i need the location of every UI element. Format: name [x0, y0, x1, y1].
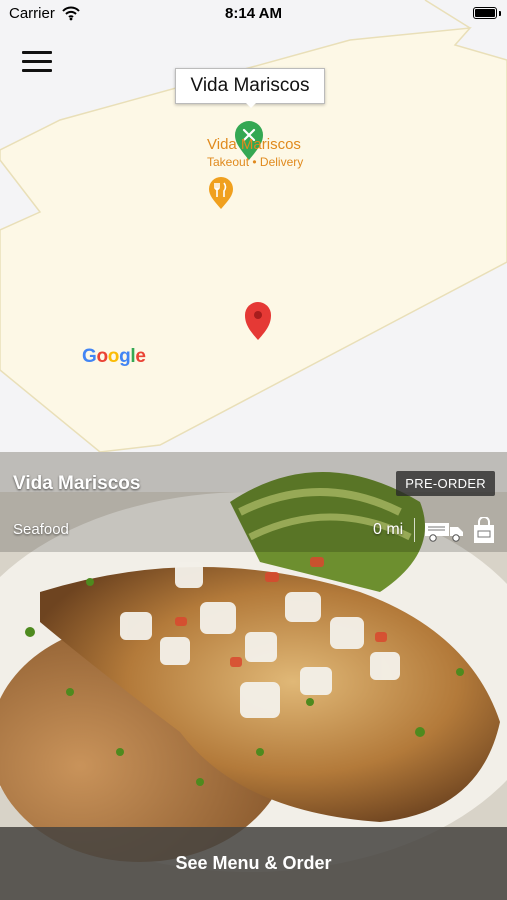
battery-cap — [499, 11, 501, 16]
google-logo: Google — [82, 346, 146, 368]
restaurant-category: Seafood — [13, 521, 69, 538]
battery-icon — [473, 7, 497, 19]
see-menu-order-button[interactable]: See Menu & Order — [0, 827, 507, 900]
marker-callout[interactable]: Vida Mariscos — [175, 68, 325, 104]
callout-title: Vida Mariscos — [190, 75, 310, 96]
restaurant-name: Vida Mariscos — [13, 473, 141, 494]
logo-letter: o — [107, 346, 120, 367]
logo-letter: e — [135, 346, 146, 367]
place-services-label: Takeout • Delivery — [207, 155, 304, 169]
map-view[interactable]: Vida Mariscos Vida Mariscos Takeout • De… — [0, 0, 507, 460]
restaurant-distance: 0 mi — [373, 521, 404, 538]
logo-letter: o — [96, 346, 108, 367]
takeout-bag-icon — [474, 517, 494, 543]
hamburger-menu-icon[interactable] — [22, 51, 52, 77]
info-divider — [414, 518, 415, 542]
callout-tail — [244, 101, 258, 108]
logo-letter: g — [119, 346, 131, 367]
status-bar: Carrier 8:14 AM — [0, 0, 507, 28]
delivery-truck-icon — [425, 523, 463, 542]
place-name-label: Vida Mariscos — [207, 136, 301, 153]
status-time: 8:14 AM — [225, 5, 282, 22]
logo-letter: G — [82, 346, 97, 367]
preorder-badge: PRE-ORDER — [396, 471, 495, 496]
